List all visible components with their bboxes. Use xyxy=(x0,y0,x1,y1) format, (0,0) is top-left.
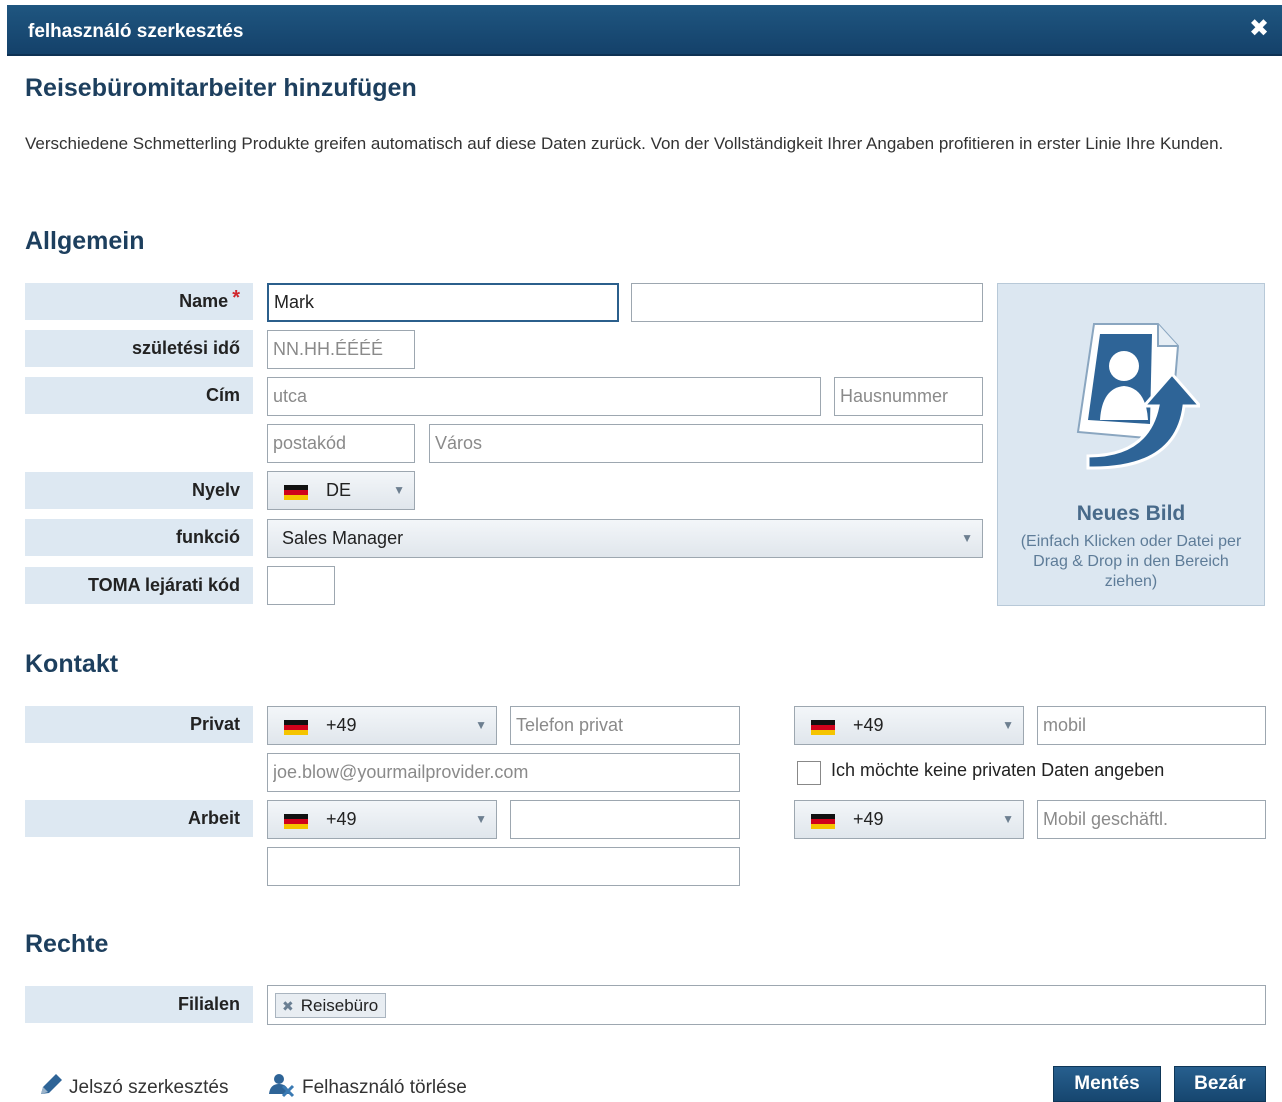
edit-password-label: Jelszó szerkesztés xyxy=(69,1077,229,1098)
work-phone-country-select[interactable]: +49 ▼ xyxy=(267,800,497,839)
zip-input[interactable] xyxy=(267,424,415,463)
private-phone-input[interactable] xyxy=(510,706,740,745)
last-name-input[interactable] xyxy=(631,283,983,322)
work-phone-prefix: +49 xyxy=(326,809,357,829)
private-mobile-prefix: +49 xyxy=(853,715,884,735)
pencil-icon xyxy=(41,1074,62,1094)
chevron-down-icon: ▼ xyxy=(475,718,487,732)
toma-code-input[interactable] xyxy=(267,566,335,605)
photo-upload-area[interactable]: Neues Bild (Einfach Klicken oder Datei p… xyxy=(997,283,1265,606)
save-button[interactable]: Mentés xyxy=(1053,1066,1161,1102)
private-mobile-input[interactable] xyxy=(1037,706,1266,745)
work-mobile-prefix: +49 xyxy=(853,809,884,829)
chevron-down-icon: ▼ xyxy=(1002,812,1014,826)
city-input[interactable] xyxy=(429,424,983,463)
toma-label: TOMA lejárati kód xyxy=(25,567,253,604)
delete-user-link[interactable]: Felhasználó törlése xyxy=(268,1072,467,1099)
section-heading-rights: Rechte xyxy=(25,930,109,958)
private-phone-country-select[interactable]: +49 ▼ xyxy=(267,706,497,745)
private-label: Privat xyxy=(25,706,253,743)
branches-label: Filialen xyxy=(25,986,253,1023)
close-button[interactable]: Bezár xyxy=(1174,1066,1266,1102)
function-label: funkció xyxy=(25,519,253,556)
remove-tag-icon[interactable]: ✖ xyxy=(282,998,294,1014)
function-value: Sales Manager xyxy=(282,528,404,548)
no-private-data-label[interactable]: Ich möchte keine privaten Daten angeben xyxy=(831,760,1164,781)
close-icon[interactable]: ✖ xyxy=(1248,17,1270,41)
private-phone-prefix: +49 xyxy=(326,715,357,735)
address-label: Cím xyxy=(25,377,253,414)
first-name-input[interactable] xyxy=(267,283,619,322)
photo-upload-hint: (Einfach Klicken oder Datei per Drag & D… xyxy=(1020,533,1242,590)
language-select[interactable]: DE ▼ xyxy=(267,471,415,510)
name-label: Name * xyxy=(25,283,253,320)
work-mobile-input[interactable] xyxy=(1037,800,1266,839)
photo-upload-title: Neues Bild xyxy=(1076,502,1186,525)
language-value: DE xyxy=(326,480,352,500)
delete-user-label: Felhasználó törlése xyxy=(302,1077,467,1098)
dialog-titlebar: felhasználó szerkesztés ✖ xyxy=(7,5,1282,56)
branch-tag: ✖ Reisebüro xyxy=(275,993,387,1018)
german-flag-icon xyxy=(284,814,308,829)
section-heading-contact: Kontakt xyxy=(25,650,119,678)
chevron-down-icon: ▼ xyxy=(475,812,487,826)
chevron-down-icon: ▼ xyxy=(1002,718,1014,732)
street-input[interactable] xyxy=(267,377,821,416)
work-label: Arbeit xyxy=(25,800,253,837)
german-flag-icon xyxy=(284,720,308,735)
german-flag-icon xyxy=(811,814,835,829)
intro-text: Verschiedene Schmetterling Produkte grei… xyxy=(25,134,1224,153)
birth-date-input[interactable] xyxy=(267,330,415,369)
work-extra-input[interactable] xyxy=(267,847,740,886)
german-flag-icon xyxy=(811,720,835,735)
chevron-down-icon: ▼ xyxy=(961,531,973,545)
birth-label: születési idő xyxy=(25,330,253,367)
private-mobile-country-select[interactable]: +49 ▼ xyxy=(794,706,1024,745)
upload-photo-icon xyxy=(1076,323,1200,470)
work-mobile-country-select[interactable]: +49 ▼ xyxy=(794,800,1024,839)
german-flag-icon xyxy=(284,485,308,500)
page-title: Reisebüromitarbeiter hinzufügen xyxy=(25,74,417,102)
chevron-down-icon: ▼ xyxy=(393,483,405,497)
delete-user-icon xyxy=(269,1074,295,1098)
no-private-data-checkbox[interactable] xyxy=(797,761,821,785)
branches-tag-input[interactable]: ✖ Reisebüro xyxy=(267,985,1266,1025)
required-mark: * xyxy=(232,287,240,309)
dialog-title: felhasználó szerkesztés xyxy=(28,21,244,42)
section-heading-general: Allgemein xyxy=(25,227,145,255)
name-label-text: Name xyxy=(179,291,229,311)
email-field[interactable] xyxy=(267,753,740,792)
house-number-input[interactable] xyxy=(834,377,983,416)
edit-password-link[interactable]: Jelszó szerkesztés xyxy=(37,1072,228,1099)
branch-tag-label: Reisebüro xyxy=(300,996,379,1015)
function-select[interactable]: Sales Manager ▼ xyxy=(267,519,983,558)
language-label: Nyelv xyxy=(25,472,253,509)
work-phone-input[interactable] xyxy=(510,800,740,839)
